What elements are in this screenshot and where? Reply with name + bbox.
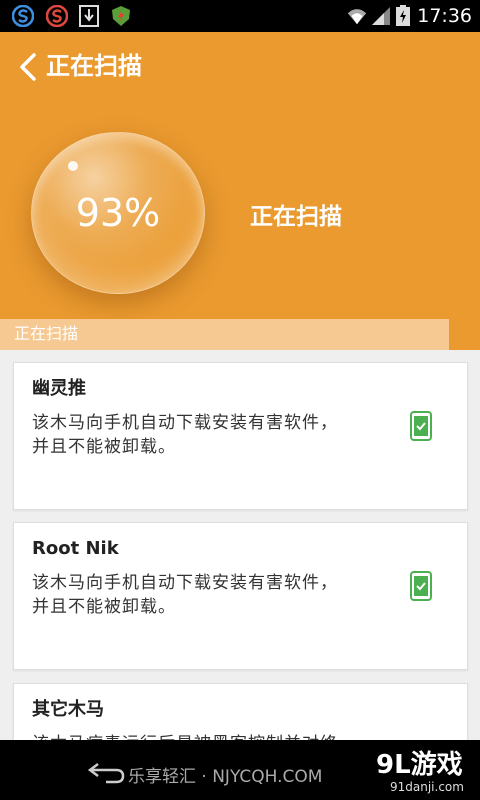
shield-app-icon [112,6,130,26]
threat-name: 其它木马 [32,699,104,720]
scan-progress-bar: 正在扫描 [0,319,480,350]
threat-name: 幽灵推 [32,378,86,399]
signal-icon [372,7,390,25]
watermark-url: 91danji.com [390,780,464,794]
scan-header: 正在扫描 93% 正在扫描 [0,32,480,319]
app-s-red-icon [46,5,68,27]
threat-description: 该木马向手机自动下载安装有害软件，并且不能被卸载。 [32,573,338,617]
back-arrow-icon[interactable] [16,52,42,82]
watermark-logo: 9L游戏 [376,750,463,780]
threat-card: Root Nik 该木马向手机自动下载安装有害软件，并且不能被卸载。 [13,522,468,670]
threat-card: 其它木马 该木马病毒运行后易被黑客控制并对终 [13,683,468,740]
threat-card: 幽灵推 该木马向手机自动下载安装有害软件，并且不能被卸载。 [13,362,468,510]
watermark-text: 乐享轻汇 · NJYCQH.COM [128,767,323,787]
status-time: 17:36 [417,5,472,27]
navigation-bar: 乐享轻汇 · NJYCQH.COM 9L游戏 91danji.com [0,740,480,800]
scan-progress-label: 正在扫描 [14,324,79,343]
threat-description: 该木马病毒运行后易被黑客控制并对终 [32,732,352,740]
bubble-highlight [68,161,78,171]
page-title: 正在扫描 [46,52,142,80]
threat-description: 该木马向手机自动下载安装有害软件，并且不能被卸载。 [32,413,338,457]
threat-list[interactable]: 幽灵推 该木马向手机自动下载安装有害软件，并且不能被卸载。 Root Nik 该… [0,350,480,740]
app-s-blue-icon [12,5,34,27]
threat-name: Root Nik [32,538,119,559]
safe-check-icon [410,411,432,441]
nav-back-icon[interactable] [86,760,126,784]
battery-icon [396,5,410,26]
wifi-icon [347,9,367,25]
scan-status-text: 正在扫描 [250,204,342,230]
scan-progress-bubble: 93% [31,132,205,294]
status-bar: 17:36 [0,0,480,32]
safe-check-icon [410,571,432,601]
download-icon [79,5,99,27]
scan-percent: 93% [75,191,161,235]
